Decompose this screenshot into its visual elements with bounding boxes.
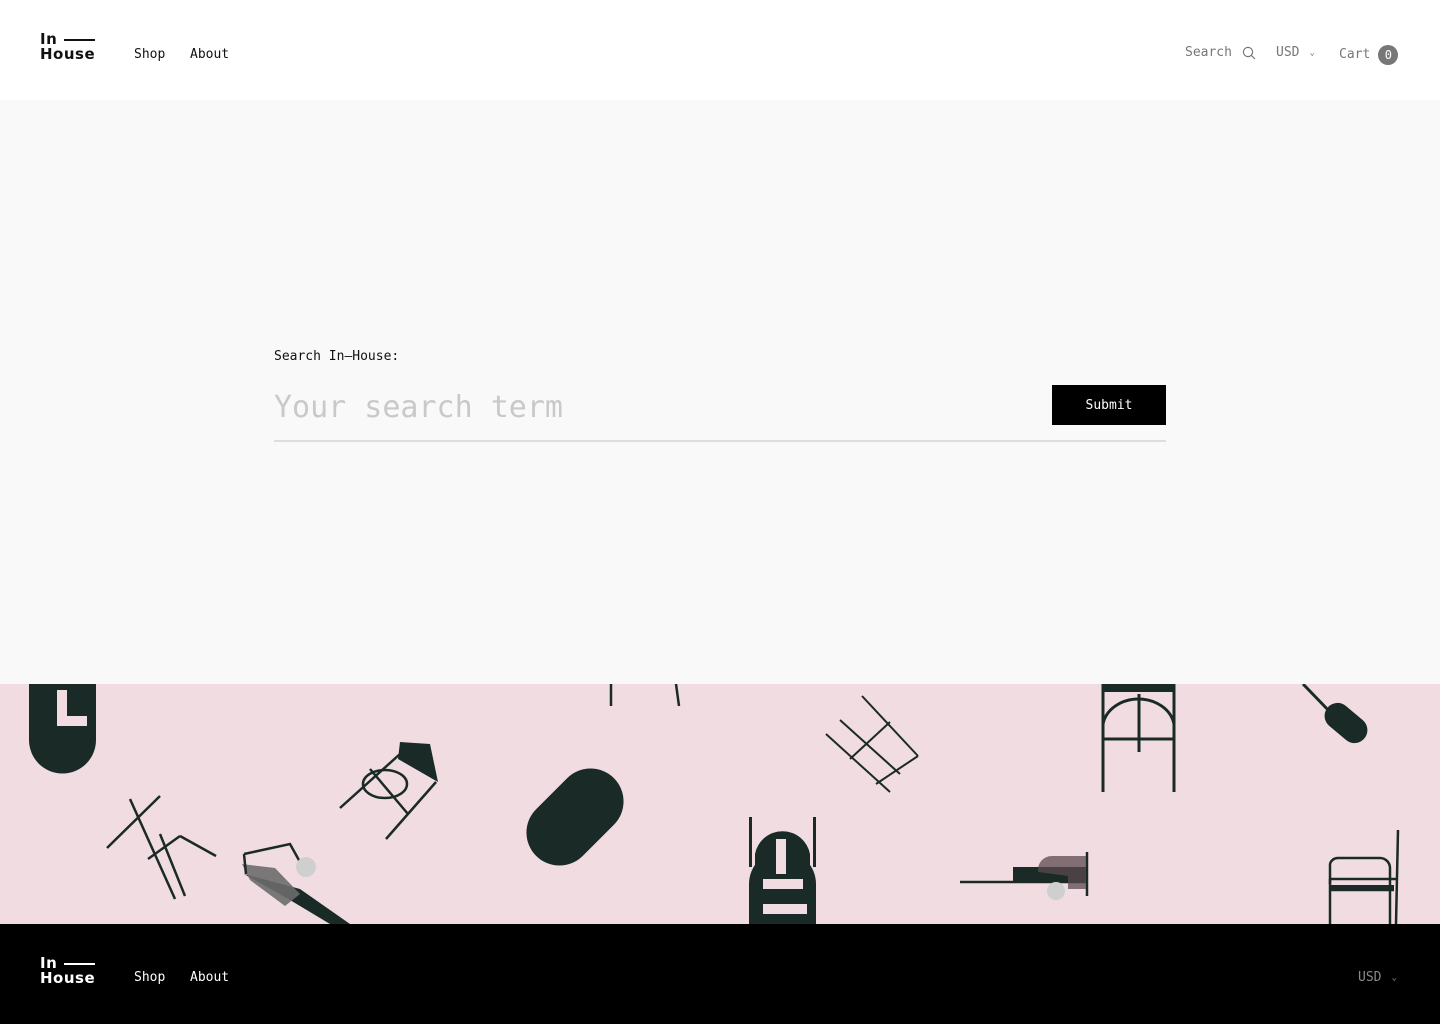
footer-currency-value: USD: [1358, 970, 1382, 985]
cart-count-badge: 0: [1378, 45, 1399, 65]
search-input-underline: [274, 440, 1166, 442]
submit-button[interactable]: Submit: [1052, 385, 1166, 425]
nav-shop-link[interactable]: Shop: [134, 47, 165, 63]
search-input[interactable]: [274, 386, 1044, 428]
site-footer: In House Shop About USD ⌄: [0, 924, 1440, 1024]
logo-dash: [64, 39, 95, 41]
chair-illustration-4: [1328, 829, 1400, 924]
logo-line-1: In: [40, 30, 58, 48]
footer-nav-shop-link[interactable]: Shop: [134, 970, 165, 986]
furniture-illustrations: [29, 684, 1400, 924]
cart-button[interactable]: Cart 0: [1339, 45, 1399, 65]
nav-about-link[interactable]: About: [190, 47, 229, 63]
chevron-down-icon: ⌄: [1391, 973, 1397, 983]
logo-line-2: House: [40, 45, 96, 63]
search-form-label: Search In—House:: [274, 349, 400, 364]
footer-logo-line-1: In: [40, 954, 58, 972]
furniture-illustration-band: [0, 684, 1440, 924]
currency-selector[interactable]: USD ⌄: [1276, 45, 1315, 61]
site-header: In House Shop About Search USD ⌄ Cart 0: [0, 0, 1440, 100]
chevron-down-icon: ⌄: [1309, 48, 1315, 58]
header-search-button[interactable]: Search: [1185, 45, 1256, 61]
footer-logo[interactable]: In House: [40, 956, 96, 986]
footer-logo-line-2: House: [40, 969, 96, 987]
footer-logo-dash: [64, 963, 95, 965]
footer-currency-selector[interactable]: USD ⌄: [1358, 970, 1397, 986]
chair-illustration-1: [106, 795, 217, 900]
search-icon: [1242, 46, 1256, 60]
chair-illustration-3: [1101, 684, 1176, 792]
currency-value: USD: [1276, 45, 1300, 60]
chair-illustration-2: [825, 695, 919, 793]
footer-nav-about-link[interactable]: About: [190, 970, 229, 986]
logo[interactable]: In House: [40, 32, 96, 62]
cart-label: Cart: [1339, 47, 1371, 62]
lounger-illustration: [242, 842, 350, 924]
header-search-label: Search: [1185, 45, 1232, 60]
